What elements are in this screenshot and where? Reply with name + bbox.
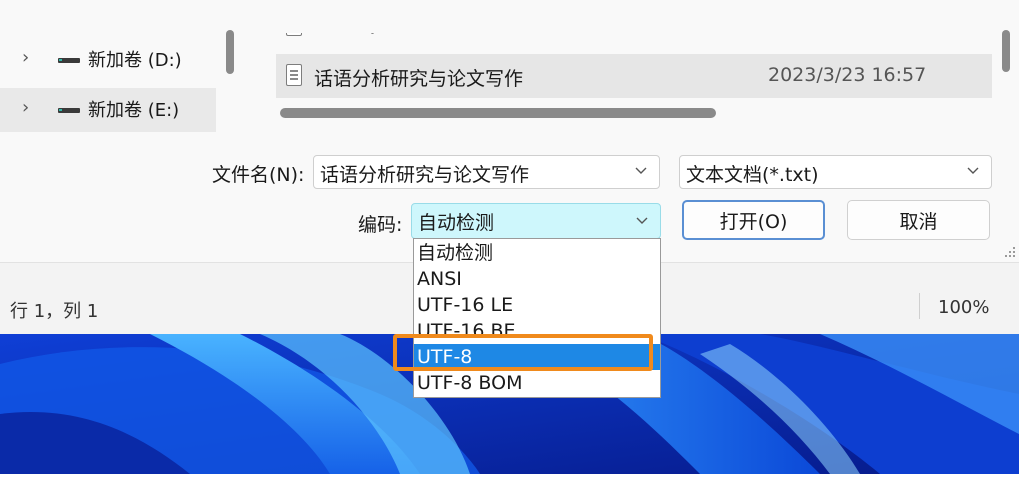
open-button[interactable]: 打开(O) bbox=[682, 200, 825, 240]
file-name: 话语分析研究与论文写作 bbox=[314, 68, 524, 90]
encoding-option[interactable]: UTF-8 BOM bbox=[414, 370, 660, 396]
chevron-down-icon[interactable] bbox=[634, 212, 650, 228]
nav-item-drive-d[interactable]: › 新加卷 (D:) bbox=[0, 38, 216, 82]
horizontal-scrollbar[interactable] bbox=[280, 108, 716, 118]
nav-scrollbar[interactable] bbox=[226, 30, 234, 74]
chevron-right-icon[interactable]: › bbox=[22, 48, 42, 68]
file-list-scrollbar[interactable] bbox=[1002, 30, 1010, 72]
filetype-select[interactable]: 文本文档(*.txt) bbox=[679, 155, 992, 189]
cancel-button[interactable]: 取消 bbox=[847, 200, 990, 240]
encoding-select[interactable]: 自动检测 bbox=[411, 203, 661, 239]
drive-icon bbox=[58, 58, 80, 63]
chevron-right-icon[interactable]: › bbox=[22, 98, 42, 118]
filename-value: 话语分析研究与论文写作 bbox=[320, 164, 530, 186]
open-file-dialog: › 新加卷 (D:) › 新加卷 (E:) BookQuotion 2022/4… bbox=[0, 0, 1019, 262]
encoding-value: 自动检测 bbox=[418, 212, 495, 234]
encoding-dropdown-list: 自动检测 ANSI UTF-16 LE UTF-16 BE UTF-8 UTF-… bbox=[413, 238, 661, 398]
filetype-value: 文本文档(*.txt) bbox=[686, 164, 819, 186]
nav-item-drive-e[interactable]: › 新加卷 (E:) bbox=[0, 88, 216, 132]
file-row-selected[interactable]: 话语分析研究与论文写作 2023/3/23 16:57 bbox=[276, 54, 992, 98]
status-divider bbox=[919, 293, 920, 319]
file-name: BookQuotion bbox=[314, 14, 437, 36]
nav-item-label: 新加卷 (E:) bbox=[88, 100, 180, 121]
text-file-icon bbox=[286, 33, 302, 36]
chevron-down-icon[interactable] bbox=[633, 162, 649, 178]
drive-icon bbox=[58, 108, 80, 113]
encoding-option[interactable]: ANSI bbox=[414, 266, 660, 292]
encoding-option[interactable]: UTF-16 LE bbox=[414, 292, 660, 318]
cursor-position: 行 1，列 1 bbox=[10, 301, 99, 322]
file-date: 2022/4/27 10:24 bbox=[768, 14, 927, 36]
filename-label: 文件名(N): bbox=[212, 164, 305, 186]
text-file-icon bbox=[286, 64, 302, 86]
resize-grip-icon[interactable] bbox=[1002, 244, 1016, 258]
encoding-option[interactable]: 自动检测 bbox=[414, 240, 660, 266]
file-date: 2023/3/23 16:57 bbox=[768, 64, 927, 86]
zoom-level: 100% bbox=[938, 297, 990, 318]
nav-item-label: 新加卷 (D:) bbox=[88, 50, 182, 71]
chevron-down-icon[interactable] bbox=[965, 162, 981, 178]
encoding-label: 编码: bbox=[358, 214, 403, 236]
filename-field[interactable]: 话语分析研究与论文写作 bbox=[313, 155, 660, 189]
annotation-highlight-box bbox=[393, 334, 653, 371]
file-row[interactable]: BookQuotion 2022/4/27 10:24 bbox=[276, 14, 992, 48]
